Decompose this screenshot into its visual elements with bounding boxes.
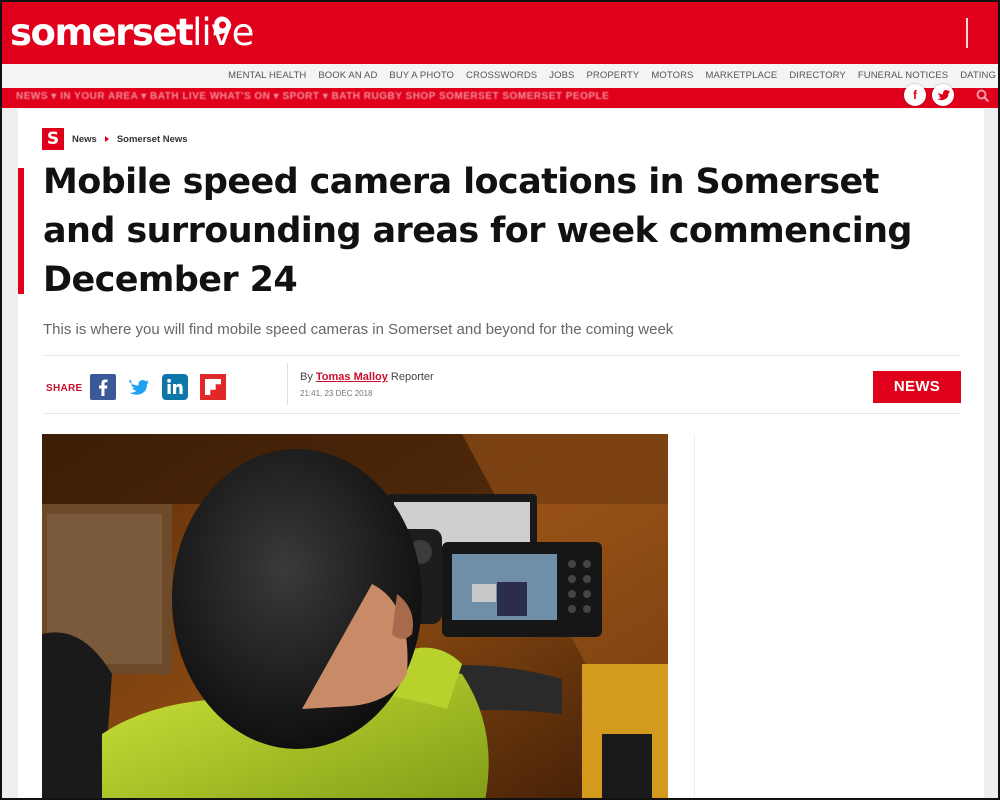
article-byline: By Tomas Malloy Reporter [300, 371, 434, 383]
header-divider [966, 18, 968, 48]
breadcrumb-item[interactable]: News [72, 134, 97, 145]
services-nav-item[interactable]: BUY A PHOTO [389, 70, 454, 81]
browser-frame: somersetlive MENTAL HEALTH BOOK AN AD BU… [0, 0, 1000, 800]
breadcrumb-chevron-icon [104, 136, 109, 142]
linkedin-share-icon[interactable] [162, 374, 188, 400]
services-nav-item[interactable]: MOTORS [651, 70, 693, 81]
facebook-icon[interactable]: f [904, 84, 926, 106]
section-logo[interactable]: S [42, 128, 64, 150]
main-nav: NEWS ▾ IN YOUR AREA ▾ BATH LIVE WHAT'S O… [2, 88, 998, 108]
services-nav-item[interactable]: PROPERTY [586, 70, 639, 81]
meta-divider [43, 355, 961, 356]
facebook-share-icon[interactable] [90, 374, 116, 400]
article-headline: Mobile speed camera locations in Somerse… [43, 162, 912, 300]
flipboard-share-icon[interactable] [200, 374, 226, 400]
author-role: Reporter [390, 371, 434, 383]
services-nav-item[interactable]: DATING [960, 70, 996, 81]
article-timestamp: 21:41, 23 DEC 2018 [300, 389, 373, 398]
meta-divider [43, 413, 961, 414]
breadcrumb-item[interactable]: Somerset News [117, 134, 188, 145]
services-nav-item[interactable]: MARKETPLACE [705, 70, 777, 81]
services-nav-item[interactable]: JOBS [549, 70, 574, 81]
share-label: SHARE [46, 383, 83, 394]
services-nav-item[interactable]: MENTAL HEALTH [228, 70, 306, 81]
twitter-share-icon[interactable] [126, 374, 152, 400]
article-card: S News Somerset News Mobile speed camera… [18, 109, 984, 798]
services-nav-item[interactable]: BOOK AN AD [318, 70, 377, 81]
author-link[interactable]: Tomas Malloy [316, 371, 388, 383]
headline-accent-bar [18, 168, 24, 294]
services-nav: MENTAL HEALTH BOOK AN AD BUY A PHOTO CRO… [2, 64, 998, 88]
services-nav-item[interactable]: FUNERAL NOTICES [858, 70, 948, 81]
services-nav-item[interactable]: DIRECTORY [789, 70, 846, 81]
section-tag-button[interactable]: NEWS [873, 371, 961, 403]
site-header: somersetlive [2, 2, 998, 64]
main-nav-items[interactable]: NEWS ▾ IN YOUR AREA ▾ BATH LIVE WHAT'S O… [16, 91, 609, 102]
header-social: f [898, 84, 954, 106]
sidebar-divider [694, 434, 695, 798]
byline-divider [287, 363, 288, 405]
logo-main-text: somerset [10, 11, 194, 54]
services-nav-item[interactable]: CROSSWORDS [466, 70, 537, 81]
article-standfirst: This is where you will find mobile speed… [43, 321, 674, 338]
search-icon[interactable] [976, 89, 990, 103]
article-hero-image[interactable] [42, 434, 668, 798]
breadcrumb: S News Somerset News [42, 128, 188, 150]
speed-camera-photo [42, 434, 668, 798]
byline-prefix: By [300, 371, 313, 383]
twitter-icon[interactable] [932, 84, 954, 106]
logo-pin-icon [213, 16, 232, 36]
